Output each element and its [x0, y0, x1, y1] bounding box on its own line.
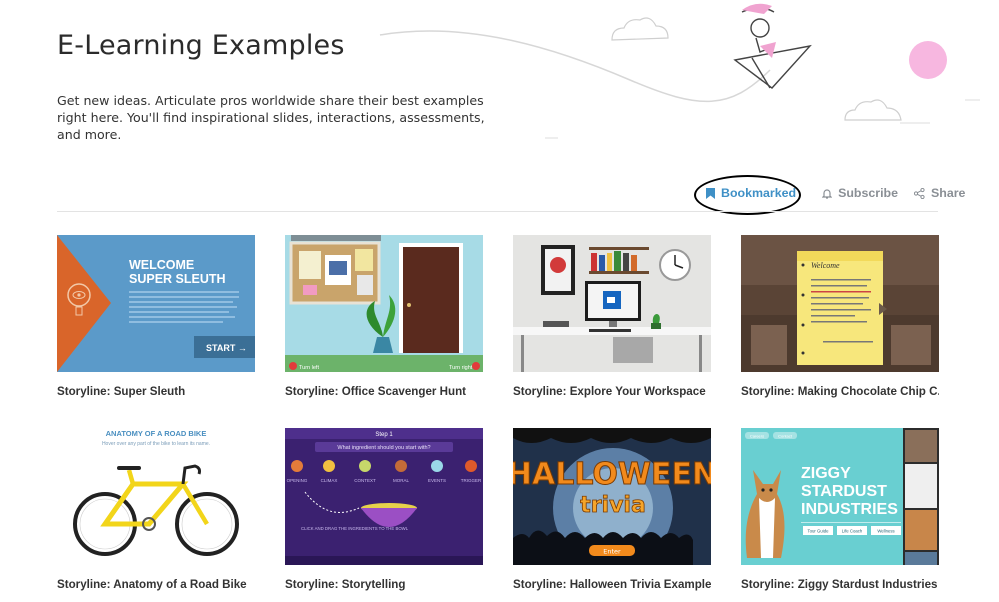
example-card[interactable]: WELCOME SUPER SLEUTH START → Storyline: …	[57, 235, 255, 398]
card-thumbnail[interactable]: Welcome	[741, 235, 939, 372]
svg-text:Step 1: Step 1	[375, 432, 393, 438]
svg-text:WELCOME: WELCOME	[129, 258, 194, 272]
svg-text:ANATOMY OF A ROAD BIKE: ANATOMY OF A ROAD BIKE	[106, 429, 207, 438]
svg-text:HALLOWEEN: HALLOWEEN	[513, 457, 711, 492]
share-label: Share	[930, 186, 966, 200]
svg-text:OPENING: OPENING	[287, 478, 308, 483]
svg-text:Wellness: Wellness	[877, 529, 894, 534]
example-card[interactable]: Welcome Storyline: Making Chocolate Chip…	[741, 235, 939, 398]
svg-text:trivia: trivia	[580, 493, 646, 518]
page-actions: Bookmarked Subscribe Share	[694, 175, 966, 215]
share-icon	[913, 187, 925, 199]
bell-icon	[822, 188, 833, 199]
svg-text:CONTEXT: CONTEXT	[354, 478, 376, 483]
svg-text:Careers: Careers	[750, 434, 764, 439]
paper-plane-icon	[733, 7, 812, 89]
example-card[interactable]: Careers Contact ZIGGY STARDUST INDUSTRIE…	[741, 428, 939, 591]
card-title[interactable]: Storyline: Super Sleuth	[57, 385, 255, 398]
card-title[interactable]: Storyline: Anatomy of a Road Bike	[57, 578, 255, 591]
svg-text:Turn right: Turn right	[449, 365, 473, 371]
subscribe-label: Subscribe	[838, 186, 898, 200]
card-thumbnail[interactable]: Turn left Turn right	[285, 235, 483, 372]
svg-text:CLIMAX: CLIMAX	[321, 478, 338, 483]
bookmark-button[interactable]: Bookmarked	[694, 175, 804, 215]
svg-text:Tour Guide: Tour Guide	[807, 529, 829, 534]
svg-text:EVENTS: EVENTS	[428, 478, 446, 483]
svg-text:Enter: Enter	[603, 548, 621, 556]
card-thumbnail[interactable]: HALLOWEEN trivia Enter	[513, 428, 711, 565]
svg-text:INDUSTRIES: INDUSTRIES	[801, 501, 898, 518]
svg-text:Welcome: Welcome	[811, 261, 840, 270]
cloud-icon	[611, 17, 669, 41]
svg-text:Hover over any part of the bik: Hover over any part of the bike to learn…	[102, 441, 210, 447]
share-button[interactable]: Share	[913, 186, 966, 200]
card-thumbnail[interactable]: WELCOME SUPER SLEUTH START →	[57, 235, 255, 372]
svg-text:MORAL: MORAL	[393, 478, 410, 483]
page-title: E-Learning Examples	[57, 30, 345, 61]
example-card[interactable]: ANATOMY OF A ROAD BIKE Hover over any pa…	[57, 428, 255, 591]
svg-text:CLICK AND DRAG THE INGREDIENTS: CLICK AND DRAG THE INGREDIENTS TO THE BO…	[301, 526, 409, 531]
card-title[interactable]: Storyline: Storytelling	[285, 578, 483, 591]
example-card[interactable]: Step 1 What ingredient should you start …	[285, 428, 483, 591]
svg-text:What ingredient should you sta: What ingredient should you start with?	[337, 445, 430, 451]
pink-circle-decoration	[909, 41, 947, 79]
page-intro: Get new ideas. Articulate pros worldwide…	[57, 93, 485, 142]
svg-text:ZIGGY: ZIGGY	[801, 465, 851, 482]
svg-text:Life Coach: Life Coach	[842, 529, 863, 534]
card-title[interactable]: Storyline: Halloween Trivia Example	[513, 578, 711, 591]
svg-text:Turn left: Turn left	[299, 365, 319, 371]
svg-text:TRIGGER: TRIGGER	[461, 478, 482, 483]
cloud-icon	[844, 99, 902, 121]
svg-text:START →: START →	[206, 343, 247, 353]
example-card[interactable]: Storyline: Explore Your Workspace	[513, 235, 711, 398]
card-thumbnail[interactable]: Step 1 What ingredient should you start …	[285, 428, 483, 565]
card-title[interactable]: Storyline: Office Scavenger Hunt	[285, 385, 483, 398]
card-thumbnail[interactable]	[513, 235, 711, 372]
example-card[interactable]: HALLOWEEN trivia Enter Storyline: Hallow…	[513, 428, 711, 591]
card-thumbnail[interactable]: Careers Contact ZIGGY STARDUST INDUSTRIE…	[741, 428, 939, 565]
card-thumbnail[interactable]: ANATOMY OF A ROAD BIKE Hover over any pa…	[57, 428, 255, 565]
svg-text:Contact: Contact	[778, 434, 793, 439]
example-card[interactable]: Turn left Turn right Storyline: Office S…	[285, 235, 483, 398]
svg-text:SUPER SLEUTH: SUPER SLEUTH	[129, 272, 226, 286]
card-title[interactable]: Storyline: Ziggy Stardust Industries	[741, 578, 939, 591]
highlight-ring	[694, 175, 801, 215]
card-title[interactable]: Storyline: Explore Your Workspace	[513, 385, 711, 398]
card-title[interactable]: Storyline: Making Chocolate Chip C...	[741, 385, 939, 398]
divider	[57, 211, 938, 212]
subscribe-button[interactable]: Subscribe	[822, 186, 898, 200]
svg-text:STARDUST: STARDUST	[801, 483, 887, 500]
